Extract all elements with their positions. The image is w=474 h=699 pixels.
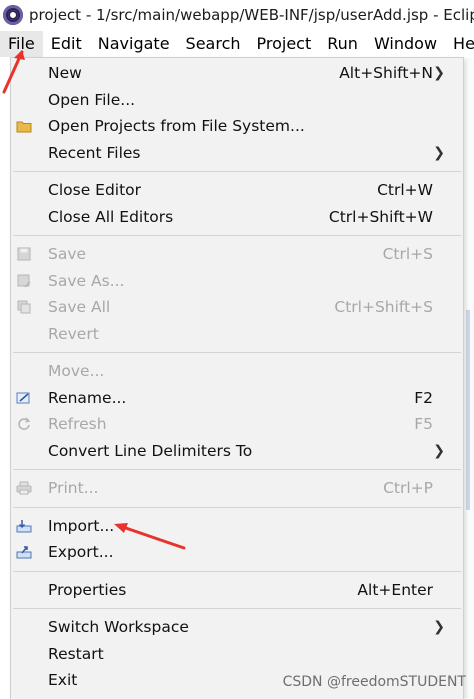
menu-edit[interactable]: Edit	[43, 31, 90, 57]
shortcut-text: Ctrl+Shift+W	[328, 207, 433, 226]
refresh-icon	[15, 415, 33, 433]
menu-item-save-all[interactable]: Save All Ctrl+Shift+S	[11, 294, 463, 321]
submenu-arrow-icon: ❯	[433, 442, 445, 459]
menu-separator	[13, 608, 461, 609]
menu-item-new[interactable]: New Alt+Shift+N ❯	[11, 60, 463, 87]
submenu-arrow-icon: ❯	[433, 619, 445, 636]
menu-item-label: Recent Files	[48, 143, 141, 162]
menu-item-import[interactable]: Import...	[11, 513, 463, 540]
menu-item-label: Print...	[48, 479, 99, 498]
menu-item-open-file[interactable]: Open File...	[11, 87, 463, 114]
menu-item-label: Save	[48, 245, 87, 264]
save-icon	[15, 245, 33, 263]
menu-bar: File Edit Navigate Search Project Run Wi…	[0, 30, 474, 58]
menu-item-label: Save All	[48, 298, 111, 317]
menu-separator	[13, 469, 461, 470]
shortcut-text: Alt+Shift+N	[339, 64, 433, 83]
window-title-bar: project - 1/src/main/webapp/WEB-INF/jsp/…	[0, 0, 474, 30]
menu-search[interactable]: Search	[178, 31, 249, 57]
shortcut-text: Ctrl+W	[377, 181, 433, 200]
menu-item-recent-files[interactable]: Recent Files ❯	[11, 140, 463, 167]
window-title: project - 1/src/main/webapp/WEB-INF/jsp/…	[29, 6, 474, 24]
menu-item-print[interactable]: Print... Ctrl+P	[11, 475, 463, 502]
menu-item-close-all-editors[interactable]: Close All Editors Ctrl+Shift+W	[11, 204, 463, 231]
rename-icon	[15, 389, 33, 407]
menu-item-move[interactable]: Move...	[11, 358, 463, 385]
import-icon	[15, 517, 33, 535]
menu-item-rename[interactable]: Rename... F2	[11, 385, 463, 412]
annotation-arrow-file	[2, 50, 25, 94]
menu-item-label: New	[48, 64, 82, 83]
menu-item-switch-workspace[interactable]: Switch Workspace ❯	[11, 614, 463, 641]
menu-help[interactable]: He	[445, 31, 474, 57]
submenu-arrow-icon: ❯	[433, 144, 445, 161]
annotation-arrow-import	[114, 523, 186, 550]
menu-item-label: Switch Workspace	[48, 618, 189, 637]
menu-item-label: Open File...	[48, 90, 136, 109]
menu-item-label: Close Editor	[48, 181, 142, 200]
shortcut-text: Ctrl+P	[383, 479, 433, 498]
folder-icon	[15, 117, 33, 135]
shortcut-text: Ctrl+Shift+S	[334, 298, 433, 317]
shortcut-text: Ctrl+S	[382, 245, 433, 264]
menu-item-label: Convert Line Delimiters To	[48, 441, 253, 460]
menu-item-refresh[interactable]: Refresh F5	[11, 411, 463, 438]
shortcut-text: F2	[414, 388, 433, 407]
save-as-icon	[15, 272, 33, 290]
menu-item-export[interactable]: Export...	[11, 539, 463, 566]
menu-item-label: Revert	[48, 324, 99, 343]
menu-separator	[13, 235, 461, 236]
submenu-arrow-icon: ❯	[433, 65, 445, 82]
menu-item-label: Open Projects from File System...	[48, 117, 305, 136]
menu-navigate[interactable]: Navigate	[90, 31, 178, 57]
menu-separator	[13, 570, 461, 572]
menu-item-label: Refresh	[48, 415, 107, 434]
file-menu-dropdown: New Alt+Shift+N ❯ Open File... Open Proj…	[10, 57, 464, 699]
menu-item-close-editor[interactable]: Close Editor Ctrl+W	[11, 177, 463, 204]
menu-item-label: Move...	[48, 362, 105, 381]
menu-item-label: Restart	[48, 644, 104, 663]
watermark: CSDN @freedomSTUDENT	[282, 674, 466, 690]
menu-item-open-projects[interactable]: Open Projects from File System...	[11, 113, 463, 140]
shortcut-text: Alt+Enter	[357, 580, 433, 599]
menu-item-label: Exit	[48, 671, 78, 690]
menu-item-label: Properties	[48, 580, 127, 599]
menu-item-convert-line-delimiters[interactable]: Convert Line Delimiters To ❯	[11, 438, 463, 465]
menu-run[interactable]: Run	[319, 31, 366, 57]
menu-separator	[13, 506, 461, 508]
save-all-icon	[15, 298, 33, 316]
menu-item-label: Rename...	[48, 388, 127, 407]
menu-item-label: Import...	[48, 516, 115, 535]
menu-window[interactable]: Window	[366, 31, 445, 57]
menu-item-properties[interactable]: Properties Alt+Enter	[11, 577, 463, 604]
editor-scrollbar[interactable]	[466, 310, 470, 510]
menu-separator	[13, 171, 461, 172]
menu-item-label: Export...	[48, 543, 114, 562]
menu-separator	[13, 352, 461, 353]
shortcut-text: F5	[414, 415, 433, 434]
menu-project[interactable]: Project	[249, 31, 320, 57]
menu-item-label: Close All Editors	[48, 207, 174, 226]
eclipse-logo-icon	[3, 5, 23, 25]
menu-item-save-as[interactable]: Save As...	[11, 268, 463, 295]
print-icon	[15, 479, 33, 497]
menu-item-restart[interactable]: Restart	[11, 641, 463, 668]
menu-item-revert[interactable]: Revert	[11, 321, 463, 348]
export-icon	[15, 543, 33, 561]
menu-item-label: Save As...	[48, 271, 125, 290]
menu-item-save[interactable]: Save Ctrl+S	[11, 241, 463, 268]
